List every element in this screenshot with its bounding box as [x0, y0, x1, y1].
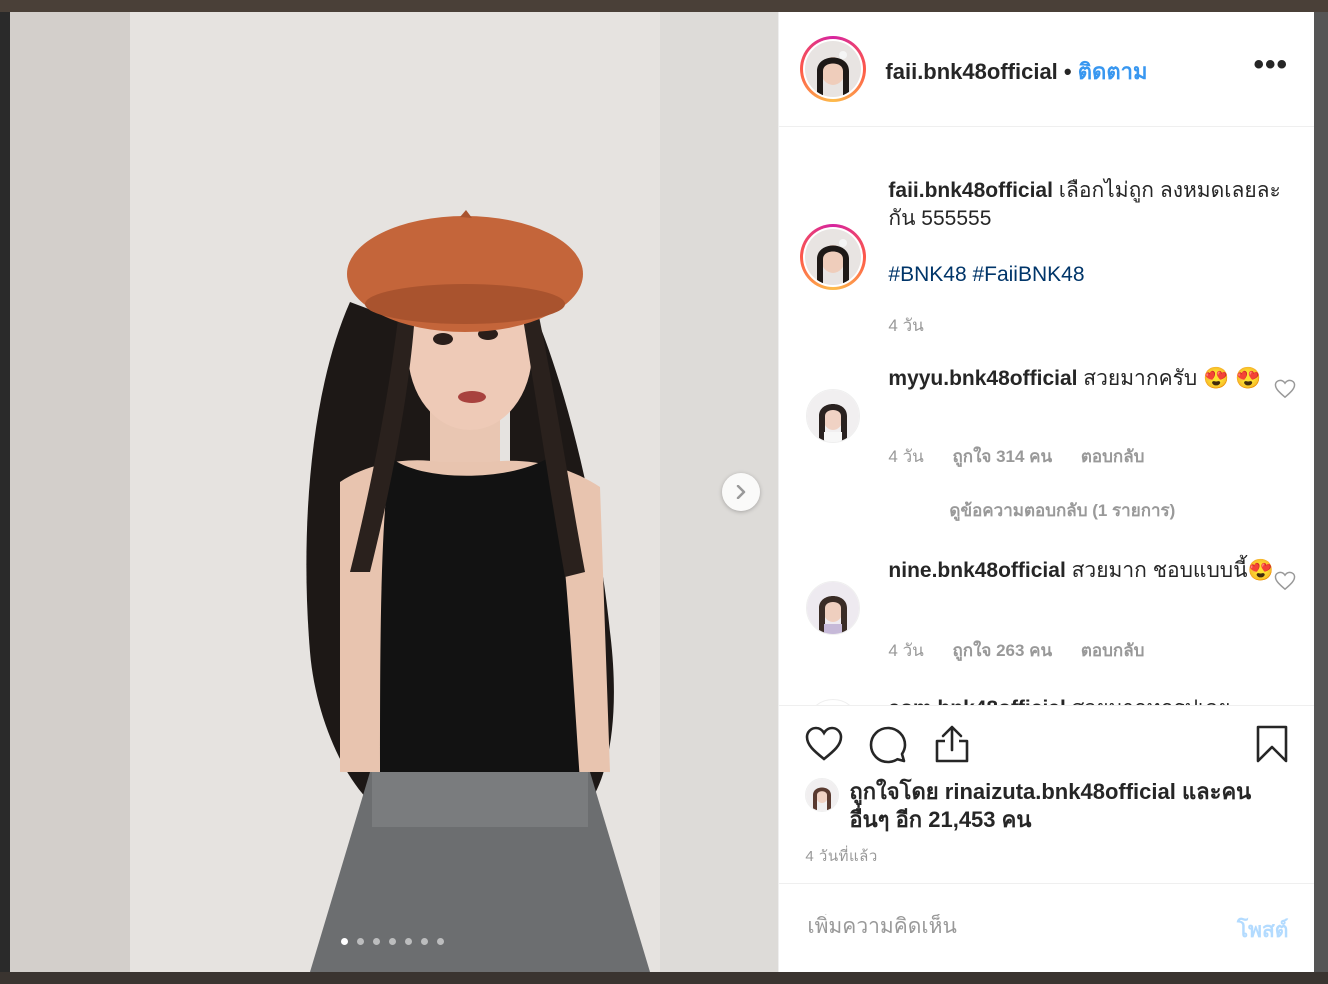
carousel-dot[interactable]	[357, 938, 364, 945]
likes-summary[interactable]: ถูกใจโดย rinaizuta.bnk48official และคนอื…	[849, 778, 1269, 834]
reply-button[interactable]: ตอบกลับ	[1081, 447, 1145, 466]
carousel-dot[interactable]	[373, 938, 380, 945]
comment-text: สวยมากทุกรูปเลย	[1066, 697, 1231, 705]
background-tile	[0, 0, 10, 984]
add-comment-bar: โพสต์	[779, 883, 1315, 973]
comment-avatar[interactable]	[806, 389, 861, 443]
carousel-dot[interactable]	[341, 938, 348, 945]
comment-1-meta: 4 วัน ถูกใจ 314 คน ตอบกลับ	[888, 447, 1145, 466]
background-tile	[1314, 0, 1328, 984]
post-comment-button[interactable]: โพสต์	[1237, 914, 1289, 947]
follow-button[interactable]: ติดตาม	[1078, 59, 1148, 84]
more-options-icon[interactable]: •••	[1253, 48, 1288, 82]
comment-username[interactable]: nine.bnk48official	[888, 559, 1065, 582]
post-photo	[10, 12, 779, 972]
comment-input[interactable]	[805, 914, 1210, 940]
share-icon[interactable]	[933, 724, 971, 764]
header-username-line: faii.bnk48official • ติดตาม	[885, 54, 1147, 89]
post-side-panel: faii.bnk48official • ติดตาม ••• faii.bnk…	[778, 12, 1315, 973]
liker-username[interactable]: rinaizuta.bnk48official	[945, 779, 1176, 804]
header-separator: •	[1063, 59, 1072, 84]
carousel-dot[interactable]	[437, 938, 444, 945]
caption-avatar[interactable]	[800, 224, 867, 290]
liker-avatar[interactable]	[805, 778, 840, 812]
caption: faii.bnk48official เลือกไม่ถูก ลงหมดเลยล…	[888, 177, 1288, 233]
caption-time: 4 วัน	[888, 316, 924, 335]
comment-username[interactable]: myyu.bnk48official	[888, 367, 1077, 390]
caption-username[interactable]: faii.bnk48official	[888, 179, 1053, 202]
comment-text: สวยมาก ชอบแบบนี้😍	[1065, 559, 1274, 582]
avatar[interactable]	[800, 36, 867, 102]
comment-like-icon[interactable]	[1274, 571, 1296, 591]
background-tile	[0, 972, 1328, 984]
photo-illustration	[10, 12, 779, 972]
comment-2: nine.bnk48official สวยมาก ชอบแบบนี้😍	[888, 557, 1288, 585]
action-bar: ถูกใจโดย rinaizuta.bnk48official และคนอื…	[779, 705, 1315, 884]
carousel-dot[interactable]	[389, 938, 396, 945]
comment-2-meta: 4 วัน ถูกใจ 263 คน ตอบกลับ	[888, 641, 1145, 660]
header-username[interactable]: faii.bnk48official	[885, 59, 1057, 84]
comment-avatar[interactable]	[806, 581, 861, 635]
comment-3: aom.bnk48official สวยมากทุกรูปเลย	[888, 695, 1288, 705]
comment-like-icon[interactable]	[1274, 379, 1296, 399]
carousel-indicator	[341, 938, 444, 945]
chevron-right-icon	[736, 485, 746, 499]
comment-icon[interactable]	[869, 726, 907, 764]
view-replies-button[interactable]: ดูข้อความตอบกลับ (1 รายการ)	[949, 497, 1175, 524]
comment-text: สวยมากครับ 😍 😍	[1077, 367, 1262, 390]
background-tile	[0, 0, 1328, 12]
post-header: faii.bnk48official • ติดตาม •••	[779, 12, 1314, 127]
carousel-dot[interactable]	[405, 938, 412, 945]
comment-likes[interactable]: ถูกใจ 263 คน	[953, 641, 1053, 660]
caption-hashtags[interactable]: #BNK48 #FaiiBNK48	[888, 261, 1288, 289]
comment-1: myyu.bnk48official สวยมากครับ 😍 😍	[888, 365, 1288, 393]
next-image-button[interactable]	[722, 473, 760, 511]
bookmark-icon[interactable]	[1255, 724, 1289, 764]
comment-likes[interactable]: ถูกใจ 314 คน	[953, 447, 1053, 466]
comments-list[interactable]: faii.bnk48official เลือกไม่ถูก ลงหมดเลยล…	[779, 127, 1314, 705]
reply-button[interactable]: ตอบกลับ	[1081, 641, 1145, 660]
post-timestamp[interactable]: 4 วันที่แล้ว	[805, 844, 877, 868]
post-modal: faii.bnk48official • ติดตาม ••• faii.bnk…	[10, 12, 1315, 973]
comment-username[interactable]: aom.bnk48official	[888, 697, 1065, 705]
like-icon[interactable]	[805, 726, 843, 762]
carousel-dot[interactable]	[421, 938, 428, 945]
